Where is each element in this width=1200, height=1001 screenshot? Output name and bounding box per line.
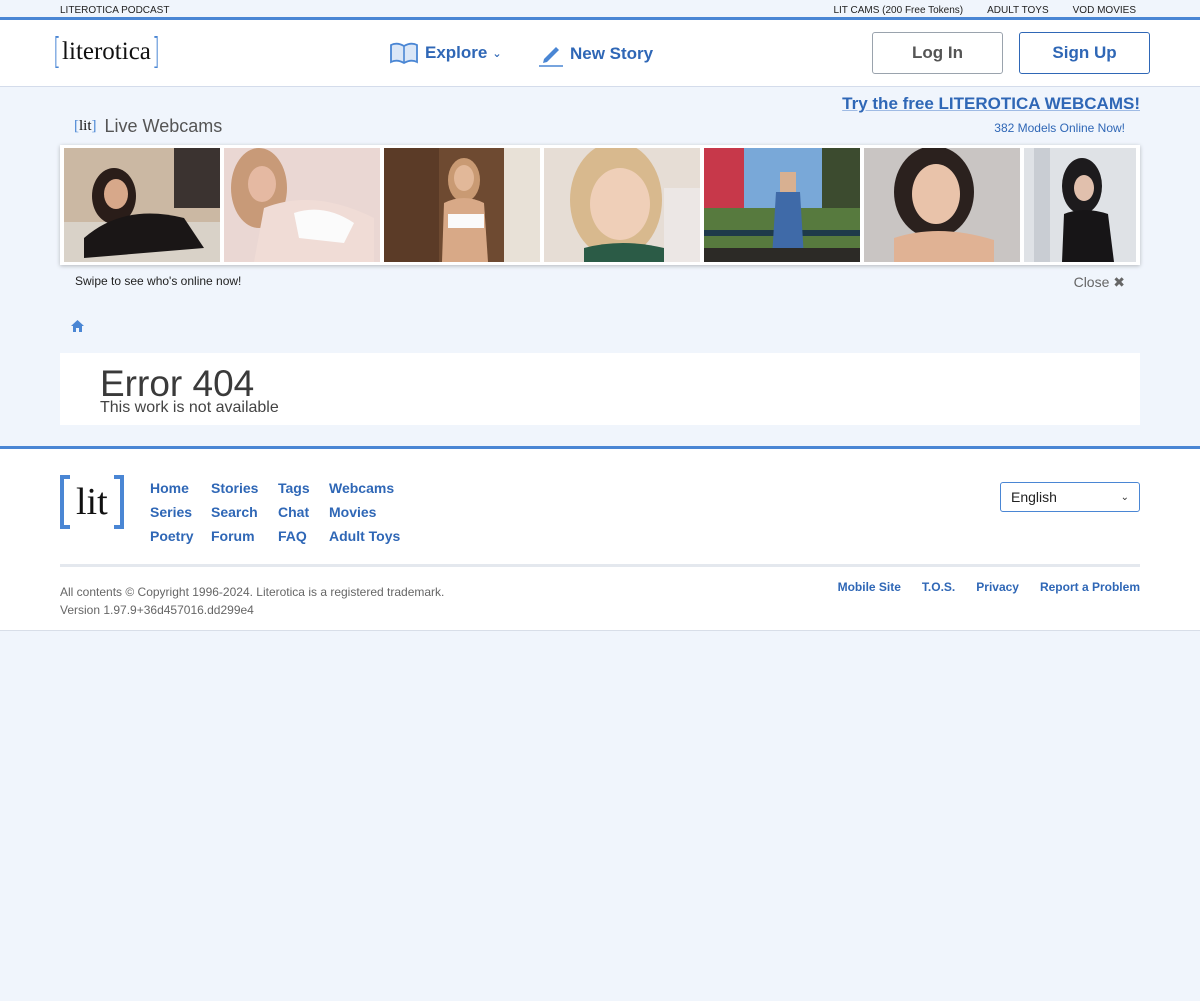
footer-link-forum[interactable]: Forum <box>211 527 278 546</box>
footer-logo-text: lit <box>76 481 108 523</box>
error-message: This work is not available <box>100 399 279 416</box>
model-photo <box>1024 148 1136 262</box>
footer-link-stories[interactable]: Stories <box>211 479 278 498</box>
top-strip: LITEROTICA PODCAST LIT CAMS (200 Free To… <box>0 0 1200 20</box>
model-photo <box>864 148 1020 262</box>
footer-copyright: All contents © Copyright 1996-2024. Lite… <box>60 583 444 619</box>
adult-toys-link[interactable]: ADULT TOYS <box>987 5 1049 16</box>
webcam-thumbnail[interactable] <box>864 148 1020 262</box>
top-strip-links: LIT CAMS (200 Free Tokens) ADULT TOYS VO… <box>833 5 1136 16</box>
footer-link-movies[interactable]: Movies <box>329 503 419 522</box>
footer-link-adult-toys[interactable]: Adult Toys <box>329 527 419 546</box>
podcast-link[interactable]: LITEROTICA PODCAST <box>60 5 169 16</box>
webcam-thumbnail[interactable] <box>384 148 540 262</box>
mobile-site-link[interactable]: Mobile Site <box>838 580 901 594</box>
logo-bracket-right: ] <box>152 31 160 72</box>
site-logo[interactable]: [ literotica ] <box>50 31 163 72</box>
footer-link-tags[interactable]: Tags <box>278 479 329 498</box>
webcams-brand: [lit] Live Webcams <box>74 116 222 137</box>
footer-link-home[interactable]: Home <box>150 479 211 498</box>
site-footer: lit Home Stories Tags Webcams Series Sea… <box>0 446 1200 631</box>
footer-links: Home Stories Tags Webcams Series Search … <box>150 479 419 546</box>
footer-link-series[interactable]: Series <box>150 503 211 522</box>
copyright-text: All contents © Copyright 1996-2024. Lite… <box>60 585 445 599</box>
site-header: [ literotica ] Explore ⌄ New Story Log I… <box>0 20 1200 87</box>
new-story-label: New Story <box>570 44 654 63</box>
webcams-lit-logo: [lit] <box>74 118 97 134</box>
live-webcams-widget: [lit] Live Webcams Try the free LITEROTI… <box>60 90 1140 300</box>
model-photo <box>224 148 380 262</box>
lit-cams-link[interactable]: LIT CAMS (200 Free Tokens) <box>833 5 963 16</box>
webcam-thumbnail[interactable] <box>224 148 380 262</box>
webcam-thumbnail-strip[interactable] <box>60 145 1140 265</box>
models-online-count[interactable]: 382 Models Online Now! <box>994 121 1125 135</box>
swipe-hint: Swipe to see who's online now! <box>75 274 242 288</box>
footer-legal-links: Mobile Site T.O.S. Privacy Report a Prob… <box>838 580 1140 594</box>
chevron-down-icon: ⌄ <box>492 47 502 60</box>
footer-link-poetry[interactable]: Poetry <box>150 527 211 546</box>
model-photo <box>384 148 540 262</box>
report-problem-link[interactable]: Report a Problem <box>1040 580 1140 594</box>
footer-logo[interactable]: lit <box>60 475 124 529</box>
logo-bracket-left: [ <box>53 31 61 72</box>
footer-link-search[interactable]: Search <box>211 503 278 522</box>
logo-text: literotica <box>62 38 151 65</box>
footer-divider <box>60 564 1140 567</box>
webcam-thumbnail[interactable] <box>544 148 700 262</box>
footer-link-chat[interactable]: Chat <box>278 503 329 522</box>
close-webcams-button[interactable]: Close ✖ <box>1074 274 1125 291</box>
footer-logo-bracket-left <box>60 475 70 529</box>
model-photo <box>64 148 220 262</box>
footer-link-faq[interactable]: FAQ <box>278 527 329 546</box>
error-panel: Error 404 This work is not available <box>60 353 1140 425</box>
webcam-thumbnail[interactable] <box>64 148 220 262</box>
pencil-icon <box>539 47 563 67</box>
version-text: Version 1.97.9+36d457016.dd299e4 <box>60 603 254 617</box>
home-icon[interactable] <box>70 319 85 338</box>
model-photo <box>544 148 700 262</box>
explore-menu[interactable]: Explore ⌄ <box>389 41 502 65</box>
close-label: Close <box>1073 274 1110 290</box>
webcams-title: Live Webcams <box>104 116 223 136</box>
open-book-icon <box>390 42 418 65</box>
privacy-link[interactable]: Privacy <box>976 580 1019 594</box>
webcam-thumbnail[interactable] <box>704 148 860 262</box>
webcams-promo-link[interactable]: Try the free LITEROTICA WEBCAMS! <box>842 94 1140 114</box>
language-value: English <box>1011 489 1057 505</box>
language-select[interactable]: English ⌄ <box>1000 482 1140 512</box>
chevron-down-icon: ⌄ <box>1120 491 1129 503</box>
close-icon: ✖ <box>1113 274 1125 290</box>
vod-movies-link[interactable]: VOD MOVIES <box>1073 5 1136 16</box>
login-button[interactable]: Log In <box>872 32 1003 74</box>
footer-link-webcams[interactable]: Webcams <box>329 479 419 498</box>
signup-button[interactable]: Sign Up <box>1019 32 1150 74</box>
model-photo <box>704 148 860 262</box>
footer-logo-bracket-right <box>113 475 124 529</box>
new-story-link[interactable]: New Story <box>538 41 653 67</box>
webcam-thumbnail[interactable] <box>1024 148 1136 262</box>
tos-link[interactable]: T.O.S. <box>922 580 955 594</box>
explore-label: Explore <box>425 43 488 62</box>
